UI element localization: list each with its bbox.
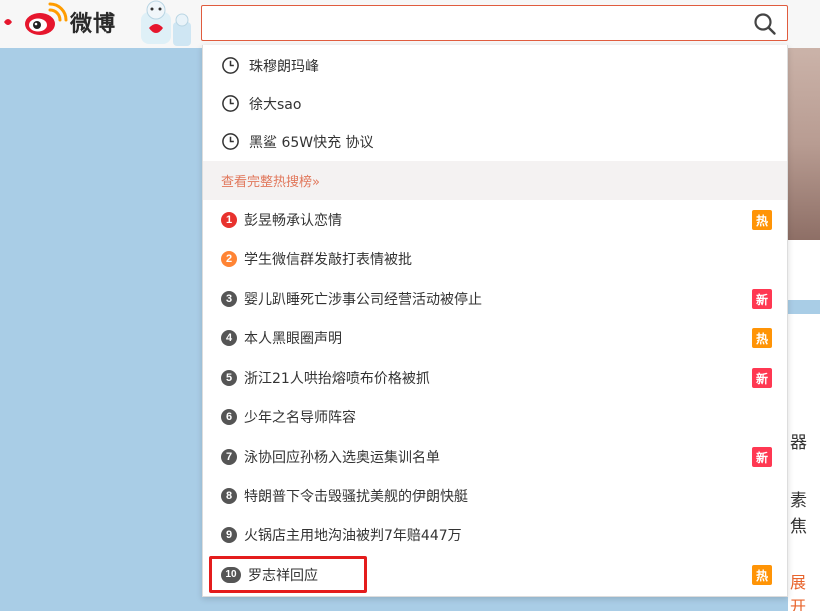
search-suggestion-dropdown: 珠穆朗玛峰 徐大sao 黑鲨 65W快充 协议 查看完整热搜榜» 1 彭昱畅承认… [202, 45, 788, 597]
hot-item[interactable]: 5 浙江21人哄抬熔喷布价格被抓 新 [203, 358, 787, 397]
hot-tag: 热 [752, 210, 772, 230]
hot-item[interactable]: 2 学生微信群发敲打表情被批 [203, 239, 787, 278]
history-item-text: 珠穆朗玛峰 [249, 58, 319, 75]
weibo-eye-icon [4, 2, 68, 35]
clock-icon [222, 57, 239, 74]
new-tag: 新 [752, 447, 772, 467]
logo-text: 微博 [70, 12, 117, 37]
hot-item-text: 特朗普下令击毁骚扰美舰的伊朗快艇 [244, 488, 468, 505]
right-fragment-text: 器 [790, 433, 807, 453]
hot-item[interactable]: 1 彭昱畅承认恋情 热 [203, 200, 787, 239]
search-input[interactable] [208, 10, 738, 36]
hot-item[interactable]: 9 火锅店主用地沟油被判7年赔447万 [203, 515, 787, 554]
weibo-logo[interactable]: 微博 [0, 0, 135, 46]
history-item[interactable]: 黑鲨 65W快充 协议 [203, 122, 787, 161]
hot-item-text: 浙江21人哄抬熔喷布价格被抓 [244, 370, 430, 387]
rank-badge: 9 [221, 526, 237, 543]
history-item-text: 徐大sao [249, 96, 302, 113]
left-sidebar-background [0, 48, 200, 611]
hot-item-text: 学生微信群发敲打表情被批 [244, 251, 412, 268]
hot-item-text: 罗志祥回应 [248, 567, 318, 584]
hot-item[interactable]: 6 少年之名导师阵容 [203, 397, 787, 436]
rank-badge: 1 [221, 211, 237, 228]
hot-item-text: 泳协回应孙杨入选奥运集训名单 [244, 449, 440, 466]
rank-badge: 4 [221, 329, 237, 346]
history-item-text: 黑鲨 65W快充 协议 [249, 134, 374, 151]
right-fragment-text: 素 [790, 491, 807, 511]
hot-item-text: 彭昱畅承认恋情 [244, 212, 342, 229]
history-item[interactable]: 珠穆朗玛峰 [203, 46, 787, 85]
right-banner-image [788, 48, 820, 240]
clock-icon [222, 95, 239, 112]
full-hot-list-link[interactable]: 查看完整热搜榜» [203, 161, 787, 200]
rank-badge: 2 [221, 250, 237, 267]
search-box [201, 5, 788, 41]
hot-item-text: 少年之名导师阵容 [244, 409, 356, 426]
new-tag: 新 [752, 289, 772, 309]
expand-link[interactable]: 展开 [790, 569, 820, 611]
hot-item[interactable]: 7 泳协回应孙杨入选奥运集训名单 新 [203, 437, 787, 476]
hot-item-text: 婴儿趴睡死亡涉事公司经营活动被停止 [244, 291, 482, 308]
hot-item[interactable]: 4 本人黑眼圈声明 热 [203, 318, 787, 357]
hot-item[interactable]: 8 特朗普下令击毁骚扰美舰的伊朗快艇 [203, 476, 787, 515]
new-tag: 新 [752, 368, 772, 388]
hot-item[interactable]: 3 婴儿趴睡死亡涉事公司经营活动被停止 新 [203, 279, 787, 318]
rank-badge: 10 [221, 566, 241, 583]
right-accent-bar [788, 300, 820, 314]
rank-badge: 8 [221, 487, 237, 504]
hot-tag: 热 [752, 565, 772, 585]
hot-item-text: 本人黑眼圈声明 [244, 330, 342, 347]
hot-item[interactable]: 10 罗志祥回应 热 [203, 555, 787, 594]
history-item[interactable]: 徐大sao [203, 84, 787, 123]
rank-badge: 6 [221, 408, 237, 425]
right-fragment-text: 焦 [790, 517, 807, 537]
mascot-icon [141, 0, 191, 46]
rank-badge: 5 [221, 369, 237, 386]
rank-badge: 7 [221, 448, 237, 465]
rank-badge: 3 [221, 290, 237, 307]
hot-item-text: 火锅店主用地沟油被判7年赔447万 [244, 527, 462, 544]
clock-icon [222, 133, 239, 150]
left-sidebar-background [200, 597, 388, 611]
search-icon[interactable] [753, 12, 777, 36]
hot-tag: 热 [752, 328, 772, 348]
